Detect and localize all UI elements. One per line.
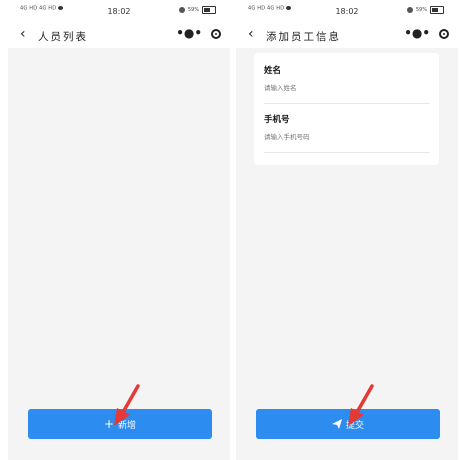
- nav-bar: ‹ 人员列表 •●•: [8, 22, 230, 48]
- plus-icon: +: [103, 417, 115, 431]
- divider: [264, 152, 430, 153]
- right-screen: 4G HD 4G HD 18:02 59% ‹ 添加员工信息 •●• 姓名 手机…: [236, 0, 458, 460]
- more-icon[interactable]: •●•: [176, 26, 202, 40]
- add-employee-form-page: 姓名 手机号 提交: [236, 48, 458, 460]
- alarm-icon: [406, 7, 413, 13]
- page-title: 人员列表: [38, 31, 88, 43]
- battery-percent: 59%: [187, 7, 199, 13]
- close-miniprogram-icon[interactable]: [439, 29, 449, 39]
- more-icon[interactable]: •●•: [404, 26, 430, 40]
- submit-button-label: 提交: [345, 420, 364, 431]
- close-miniprogram-icon[interactable]: [211, 29, 221, 39]
- phone-label: 手机号: [264, 115, 290, 125]
- battery-icon: [202, 6, 216, 14]
- battery-icon: [430, 6, 444, 14]
- nav-bar: ‹ 添加员工信息 •●•: [236, 22, 458, 48]
- add-button[interactable]: + 新增: [28, 409, 212, 439]
- employee-form: 姓名 手机号: [254, 53, 439, 165]
- battery-percent: 59%: [415, 7, 427, 13]
- submit-button[interactable]: 提交: [256, 409, 440, 439]
- paper-plane-icon: [331, 419, 342, 429]
- status-icons: 59%: [406, 6, 444, 14]
- left-screen: 4G HD 4G HD 18:02 59% ‹ 人员列表 •●• + 新增: [8, 0, 230, 460]
- back-icon[interactable]: ‹: [248, 26, 254, 42]
- page-title: 添加员工信息: [266, 31, 341, 43]
- name-label: 姓名: [264, 66, 282, 76]
- back-icon[interactable]: ‹: [20, 26, 26, 42]
- name-input[interactable]: [264, 84, 429, 92]
- add-button-label: 新增: [118, 420, 137, 431]
- status-bar: 4G HD 4G HD 18:02 59%: [8, 0, 230, 22]
- status-bar: 4G HD 4G HD 18:02 59%: [236, 0, 458, 22]
- alarm-icon: [178, 7, 185, 13]
- status-icons: 59%: [178, 6, 216, 14]
- phone-input[interactable]: [264, 133, 429, 141]
- employee-list: + 新增: [8, 48, 230, 460]
- divider: [264, 103, 430, 104]
